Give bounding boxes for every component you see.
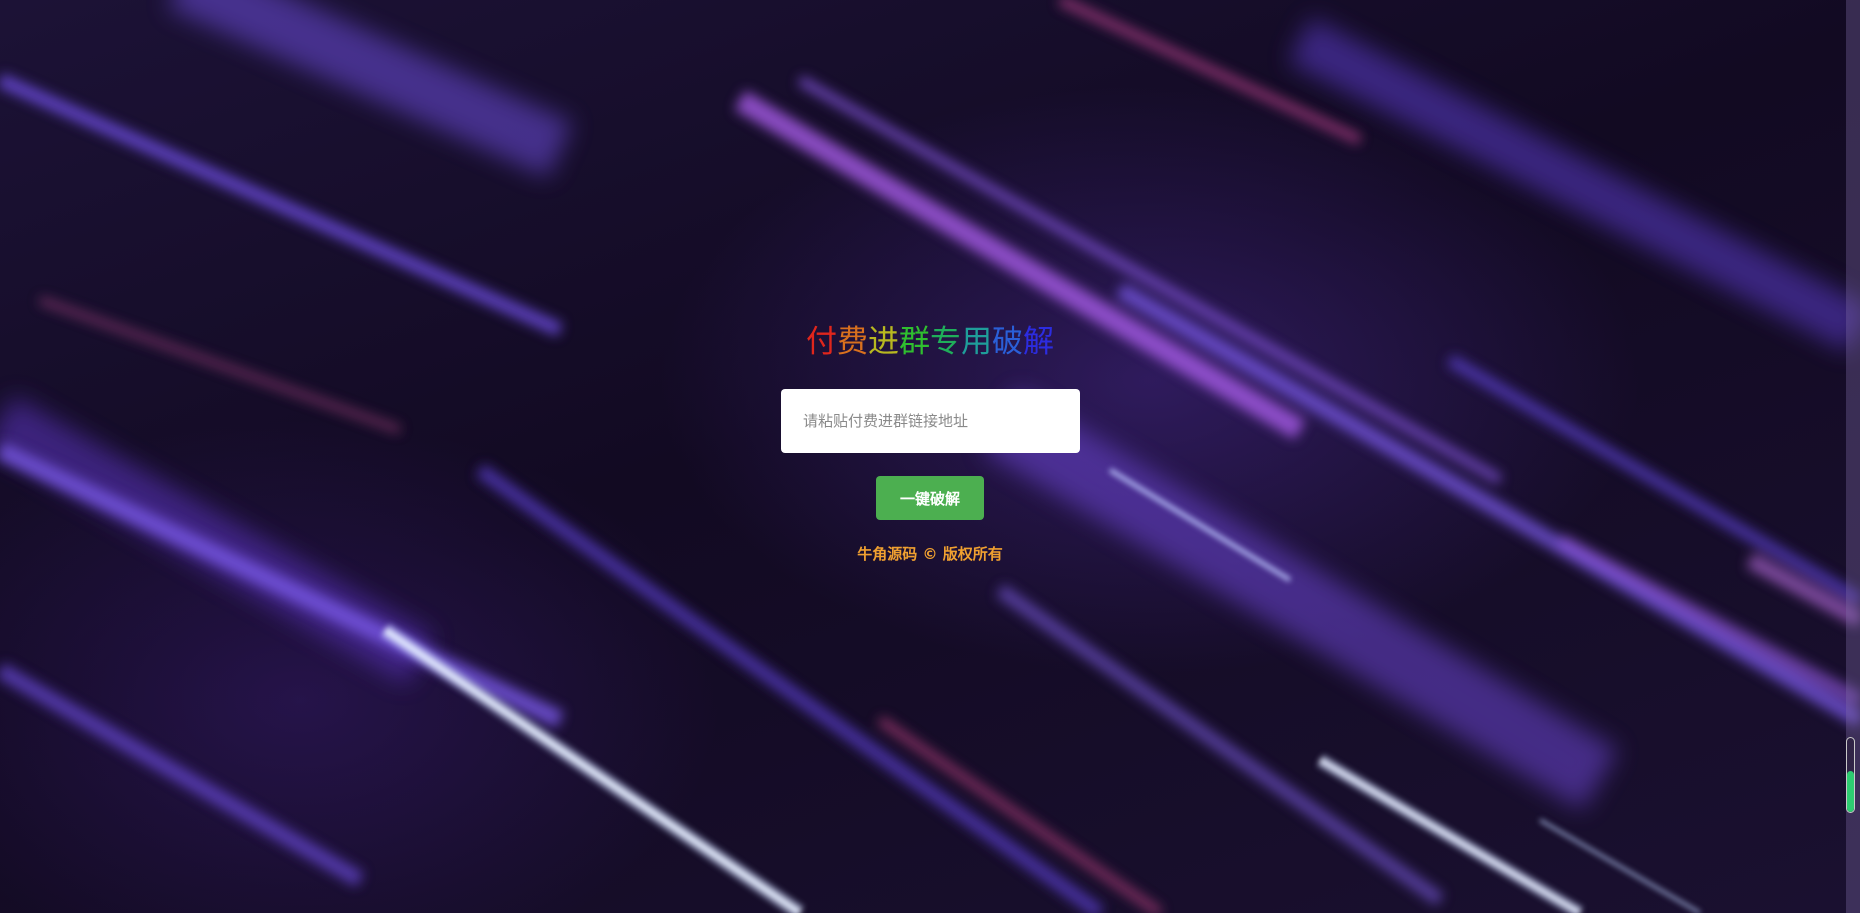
title-char-1: 费: [837, 324, 868, 360]
light-streaks: [0, 0, 1860, 913]
title-char-5: 用: [961, 324, 992, 360]
copyright-text: 牛角源码 © 版权所有: [857, 545, 1003, 563]
group-link-input[interactable]: [781, 389, 1080, 453]
title-char-6: 破: [992, 324, 1023, 360]
one-click-crack-button[interactable]: 一键破解: [876, 476, 984, 520]
title-char-2: 进: [868, 324, 899, 360]
background-image: [0, 0, 1860, 913]
side-progress-fill: [1847, 771, 1854, 812]
title-char-7: 解: [1023, 324, 1054, 360]
side-progress-indicator: [1846, 737, 1855, 813]
title-char-4: 专: [930, 324, 961, 360]
title-char-0: 付: [806, 324, 837, 360]
title-char-3: 群: [899, 324, 930, 360]
page-title: 付费进群专用破解: [0, 322, 1860, 362]
